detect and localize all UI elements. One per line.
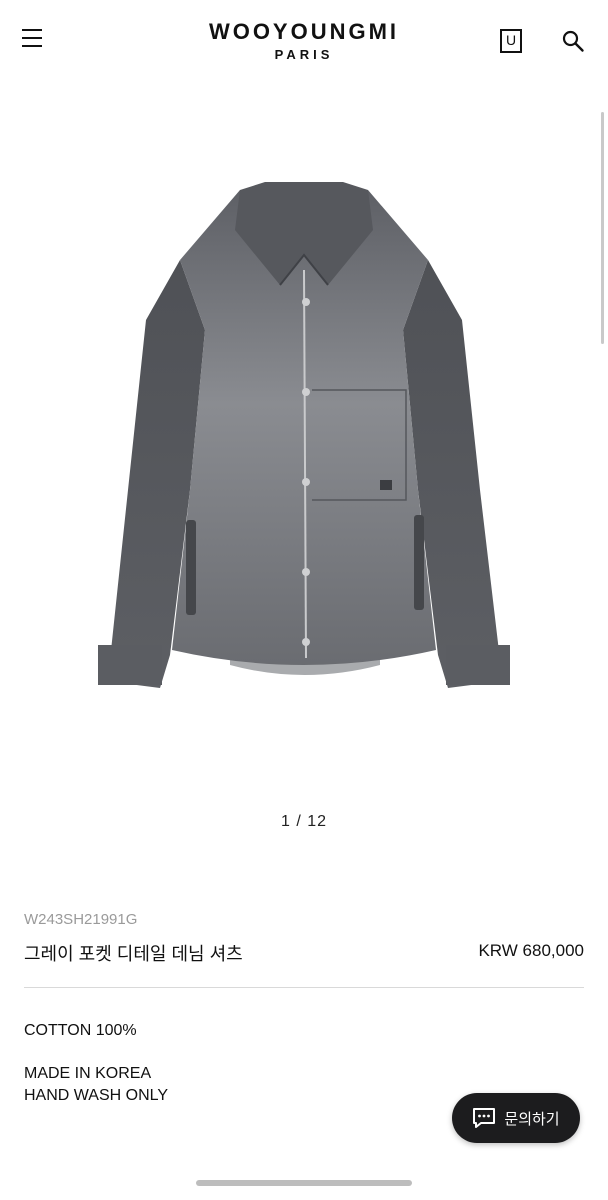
account-u-icon[interactable]: U: [500, 29, 522, 53]
divider: [24, 987, 584, 988]
origin-text: MADE IN KOREA: [24, 1065, 152, 1082]
product-price: KRW 680,000: [478, 941, 584, 960]
inquiry-button-label: 문의하기: [504, 1110, 560, 1128]
product-name: 그레이 포켓 디테일 데님 셔츠: [24, 944, 243, 964]
product-sku: W243SH21991G: [24, 911, 138, 928]
scrollbar[interactable]: [601, 112, 604, 344]
material-text: COTTON 100%: [24, 1022, 137, 1039]
home-indicator[interactable]: [196, 1180, 412, 1186]
image-pager: 1 / 12: [280, 813, 328, 830]
chat-bubble-icon: [473, 1108, 496, 1128]
care-text: HAND WASH ONLY: [24, 1087, 169, 1104]
site-header: WOOYOUNGMI PARIS U: [0, 0, 608, 80]
search-icon[interactable]: [561, 29, 585, 53]
inquiry-button[interactable]: 문의하기: [452, 1093, 580, 1143]
product-image-gray-denim-shirt[interactable]: [80, 160, 528, 720]
